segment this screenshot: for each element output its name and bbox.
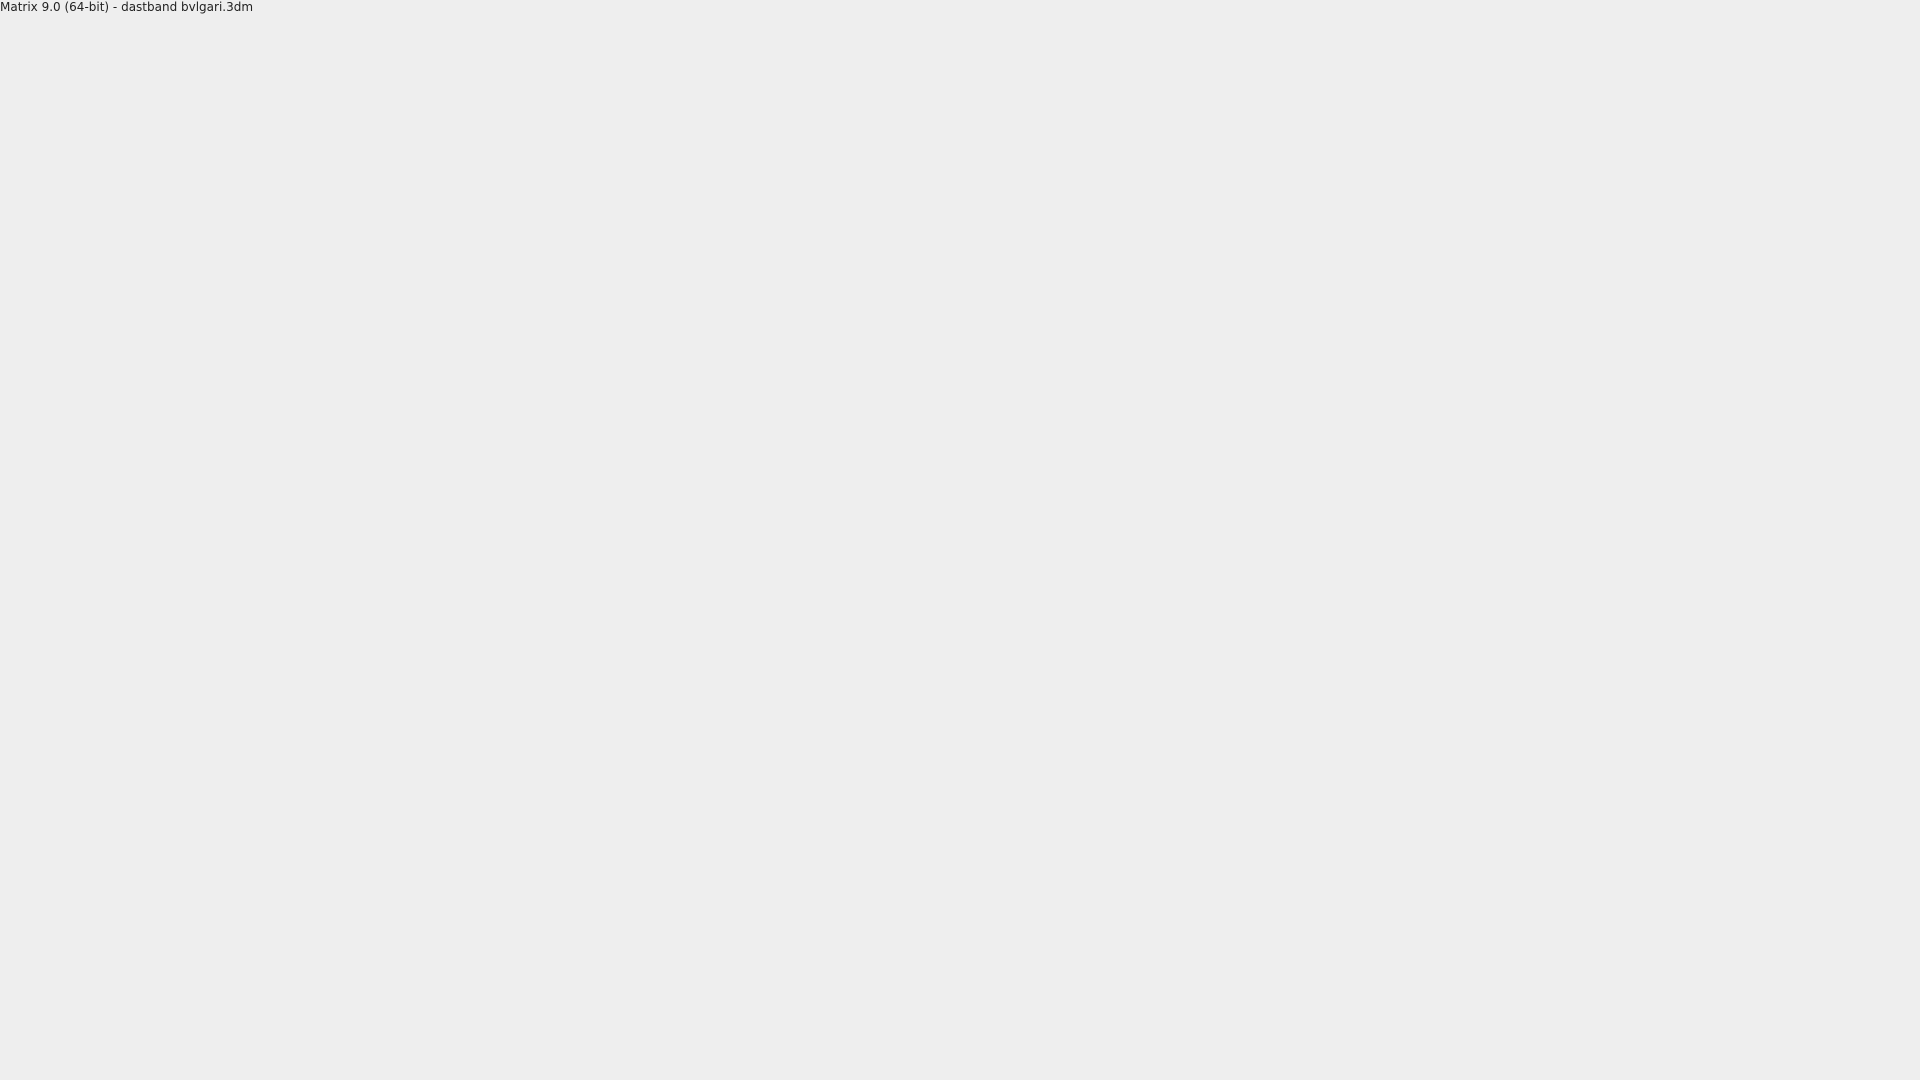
- window-title: Matrix 9.0 (64-bit) - dastband bvlgari.3…: [0, 0, 254, 14]
- app-window: Matrix 9.0 (64-bit) - dastband bvlgari.3…: [0, 0, 1920, 1080]
